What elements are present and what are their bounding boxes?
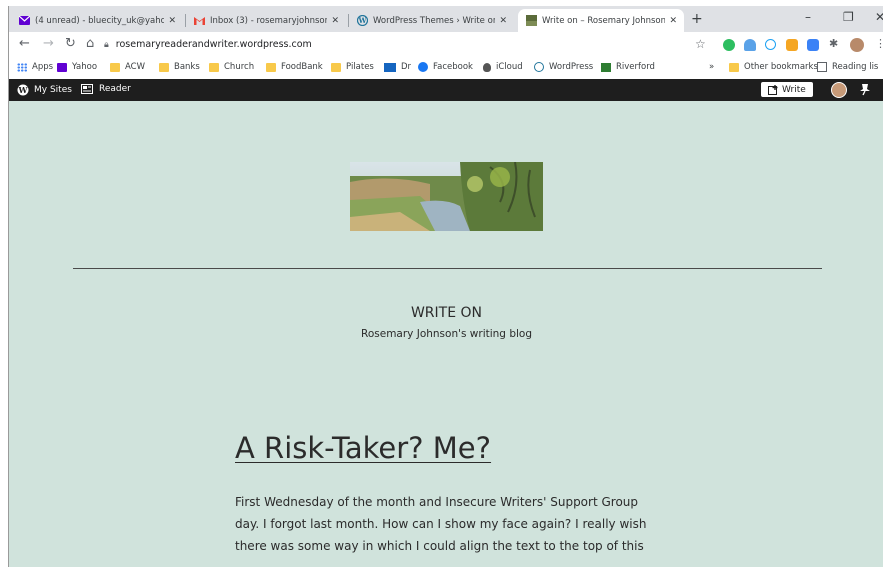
folder-icon	[266, 62, 276, 72]
close-tab-icon[interactable]: ✕	[499, 16, 507, 26]
reader-button[interactable]: Reader	[81, 84, 131, 94]
close-tab-icon[interactable]: ✕	[669, 16, 677, 26]
tab-title: (4 unread) - bluecity_uk@yahoo	[35, 15, 165, 26]
tab-title: Inbox (3) - rosemaryjohnson890	[210, 15, 327, 26]
post-line: First Wednesday of the month and Insecur…	[235, 495, 639, 509]
bookmark-apps[interactable]: Apps	[17, 62, 53, 72]
menu-icon[interactable]: ⋮	[875, 37, 883, 50]
bookmark-church[interactable]: Church	[209, 62, 254, 72]
bookmarks-overflow[interactable]: »	[709, 62, 714, 72]
profile-avatar[interactable]	[850, 38, 864, 52]
site-favicon	[526, 15, 537, 26]
tab-title: WordPress Themes › Write on —	[373, 15, 495, 26]
new-tab-button[interactable]: +	[691, 11, 703, 27]
bookmark-foodbank[interactable]: FoodBank	[266, 62, 323, 72]
site-title[interactable]: WRITE ON	[9, 305, 883, 321]
folder-icon	[729, 62, 739, 72]
toolbar: ← → ↻ ⌂ 🔒︎ rosemaryreaderandwriter.wordp…	[9, 32, 883, 57]
svg-text:W: W	[358, 16, 367, 25]
post-body: First Wednesday of the month and Insecur…	[235, 491, 665, 557]
lock-icon: 🔒︎	[104, 39, 109, 50]
apps-grid-icon	[17, 62, 27, 72]
folder-icon	[331, 62, 341, 72]
edge-icon[interactable]	[765, 39, 776, 50]
reading-list[interactable]: Reading lis	[817, 62, 878, 72]
folder-icon	[159, 62, 169, 72]
bookmark-riverford[interactable]: Riverford	[601, 62, 655, 72]
wp-admin-bar: W My Sites Reader Write	[9, 79, 883, 101]
puzzle-icon[interactable]: ✱	[829, 37, 838, 50]
forward-arrow-icon[interactable]: →	[43, 36, 54, 51]
address-bar[interactable]: 🔒︎ rosemaryreaderandwriter.wordpress.com	[104, 35, 694, 54]
bookmark-facebook[interactable]: Facebook	[418, 62, 473, 72]
tab-write-on[interactable]: Write on – Rosemary Johnson's w ✕	[518, 9, 684, 32]
post-line: there was some way in which I could alig…	[235, 539, 644, 553]
folder-icon	[209, 62, 219, 72]
header-image[interactable]	[350, 162, 543, 231]
yahoo-mail-icon	[19, 15, 30, 26]
evernote-icon[interactable]	[723, 39, 735, 51]
tab-gmail[interactable]: Inbox (3) - rosemaryjohnson890 ✕	[186, 9, 346, 32]
bookmark-dr[interactable]: Dr	[384, 62, 411, 72]
gmail-icon	[194, 15, 205, 26]
minimize-button[interactable]: –	[805, 10, 811, 24]
bookmark-wordpress[interactable]: WordPress	[534, 62, 593, 72]
url-text: rosemaryreaderandwriter.wordpress.com	[115, 39, 312, 50]
bookmarks-bar: Apps Yahoo ACW Banks Church FoodBank Pil…	[9, 57, 883, 80]
extension-icon[interactable]	[786, 39, 798, 51]
close-window-button[interactable]: ✕	[875, 10, 883, 24]
facebook-icon	[418, 62, 428, 72]
bookmark-yahoo[interactable]: Yahoo	[57, 62, 97, 72]
post-title[interactable]: A Risk-Taker? Me?	[235, 431, 491, 465]
tab-yahoo-mail[interactable]: (4 unread) - bluecity_uk@yahoo ✕	[11, 9, 183, 32]
folder-icon	[110, 62, 120, 72]
bookmark-banks[interactable]: Banks	[159, 62, 200, 72]
site-description: Rosemary Johnson's writing blog	[361, 328, 532, 340]
post-line: day. I forgot last month. How can I show…	[235, 517, 647, 531]
bookmark-other[interactable]: Other bookmarks	[729, 62, 818, 72]
user-avatar[interactable]	[831, 82, 847, 98]
reading-list-icon	[817, 62, 827, 72]
my-sites-button[interactable]: W My Sites	[17, 84, 72, 96]
write-button[interactable]: Write	[761, 82, 813, 97]
star-icon[interactable]: ☆	[695, 37, 706, 51]
tab-wordpress-themes[interactable]: W WordPress Themes › Write on — ✕	[349, 9, 514, 32]
page-content: WRITE ON Rosemary Johnson's writing blog…	[9, 101, 883, 567]
bookmark-pilates[interactable]: Pilates	[331, 62, 374, 72]
wordpress-icon	[534, 62, 544, 72]
tab-title: Write on – Rosemary Johnson's w	[542, 15, 666, 26]
cloud-icon[interactable]	[744, 39, 756, 51]
browser-window: (4 unread) - bluecity_uk@yahoo ✕ Inbox (…	[8, 6, 883, 567]
svg-text:W: W	[18, 85, 29, 95]
close-tab-icon[interactable]: ✕	[168, 16, 176, 26]
write-icon	[768, 84, 778, 95]
reload-icon[interactable]: ↻	[65, 36, 76, 51]
reader-icon	[81, 84, 93, 94]
close-tab-icon[interactable]: ✕	[331, 16, 339, 26]
bookmark-icloud[interactable]: iCloud	[483, 62, 523, 72]
apple-icon	[483, 62, 491, 72]
tab-strip: (4 unread) - bluecity_uk@yahoo ✕ Inbox (…	[9, 6, 883, 32]
restore-button[interactable]: ❐	[843, 10, 854, 24]
dr-icon	[384, 62, 396, 72]
yahoo-icon	[57, 62, 67, 72]
notifications-icon[interactable]	[859, 83, 871, 99]
riverford-icon	[601, 62, 611, 72]
bookmark-acw[interactable]: ACW	[110, 62, 145, 72]
wordpress-logo-icon: W	[17, 84, 29, 96]
home-icon[interactable]: ⌂	[86, 36, 94, 51]
back-arrow-icon[interactable]: ←	[19, 36, 30, 51]
header-divider	[73, 268, 822, 269]
wordpress-icon: W	[357, 15, 368, 26]
screen-icon[interactable]	[807, 39, 819, 51]
